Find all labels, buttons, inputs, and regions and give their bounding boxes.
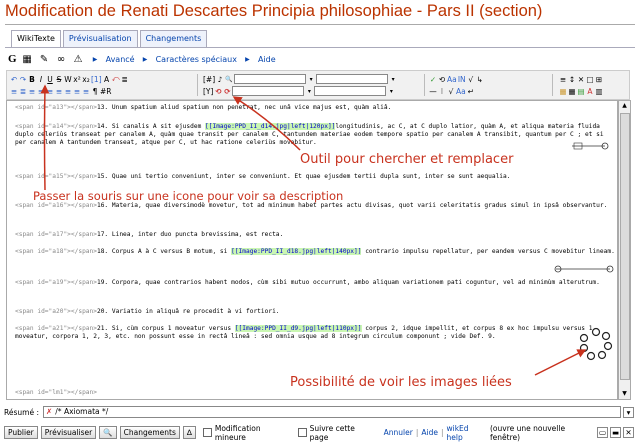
changes-button[interactable]: Changements — [119, 426, 180, 439]
cancel-link[interactable]: Annuler — [384, 428, 413, 437]
arrow-to-icons — [40, 84, 50, 191]
summary-row: Résumé : ✗ /* Axiomata */ ▾ — [4, 406, 634, 418]
clear-summary-icon[interactable]: ✗ — [46, 407, 52, 417]
wiked-help-link[interactable]: wikEd help — [447, 424, 488, 442]
summary-dropdown-icon[interactable]: ▾ — [623, 406, 634, 418]
preview-button[interactable]: Prévisualiser — [40, 426, 97, 439]
watch-checkbox[interactable] — [297, 428, 307, 437]
watch-label: Suivre cette page — [309, 423, 355, 442]
close-window-icon[interactable]: ✕ — [623, 427, 634, 438]
arrow-to-image — [534, 349, 587, 376]
help-link-bottom[interactable]: Aide — [421, 428, 438, 437]
arrow-to-search — [232, 96, 301, 151]
restore-icon[interactable]: ▭ — [597, 427, 608, 438]
diff-icon-button[interactable]: ∆ — [182, 426, 196, 439]
summary-value: /* Axiomata */ — [55, 407, 109, 416]
summary-label: Résumé : — [4, 407, 39, 417]
minor-edit-label: Modification mineure — [214, 423, 261, 442]
new-window-note: (ouvre une nouvelle fenêtre) — [490, 423, 566, 442]
summary-input[interactable]: ✗ /* Axiomata */ — [42, 406, 621, 418]
minor-edit-checkbox[interactable] — [202, 428, 212, 437]
annotation-arrows — [40, 84, 587, 376]
publish-button[interactable]: Publier — [4, 426, 38, 439]
preview-icon-button[interactable]: 🔍 — [99, 426, 117, 439]
minimize-icon[interactable]: ▬ — [610, 427, 621, 438]
edit-actions: Publier Prévisualiser 🔍 Changements ∆ Mo… — [4, 423, 634, 442]
window-controls: ▭ ▬ ✕ — [597, 427, 634, 438]
